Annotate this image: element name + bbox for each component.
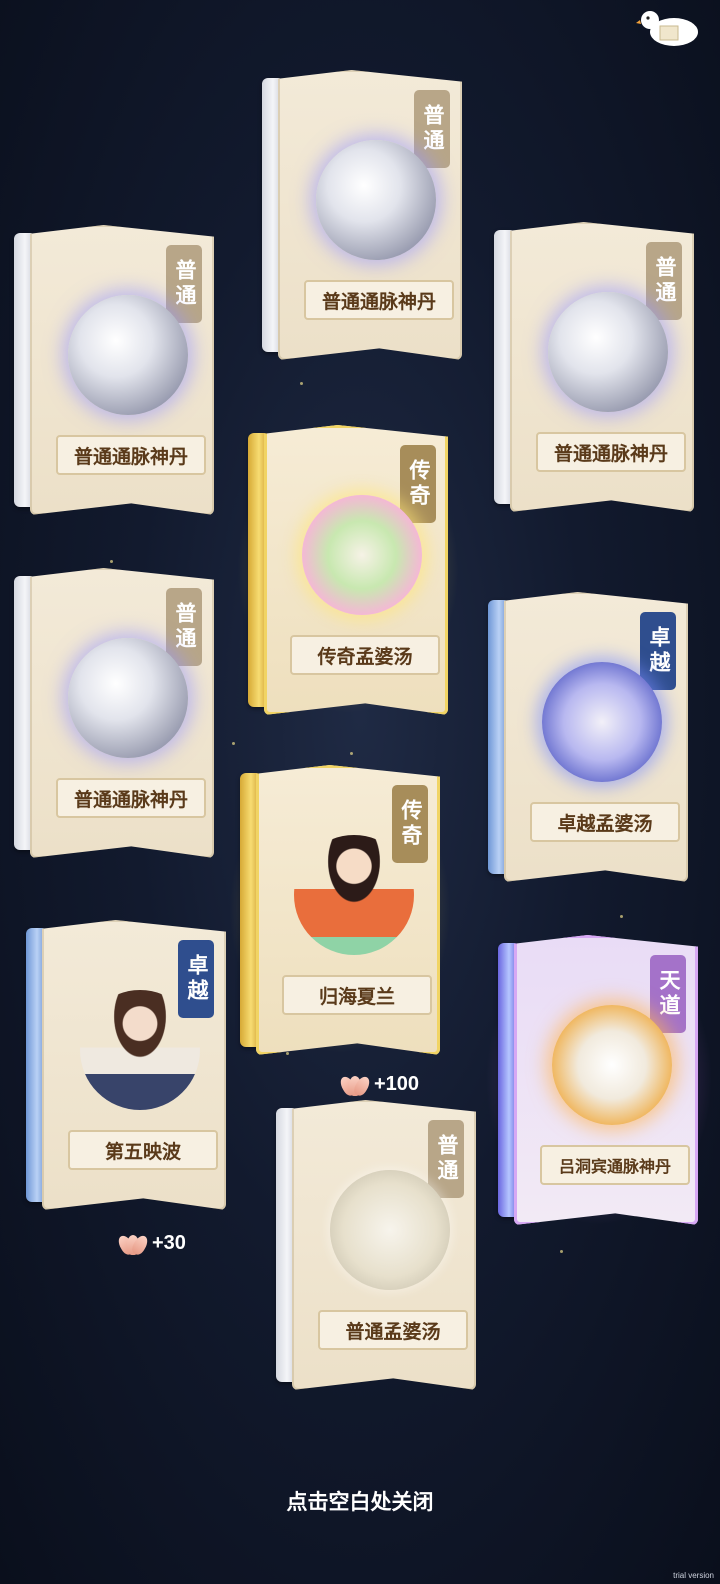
rarity-badge: 普通 — [428, 1120, 464, 1198]
reward-amount: +100 — [374, 1073, 420, 1095]
goose-mascot-icon[interactable] — [636, 6, 704, 50]
heaven-pill-orb-icon — [552, 1005, 672, 1125]
silver-pill-orb-icon — [68, 638, 188, 758]
sparkle — [300, 382, 303, 385]
sparkle — [110, 560, 113, 563]
lotus-icon — [115, 1232, 151, 1257]
silver-pill-orb-icon — [548, 292, 668, 412]
silver-pill-orb-icon — [68, 295, 188, 415]
lotus-reward: +30 — [115, 1232, 186, 1257]
item-name: 传奇孟婆汤 — [290, 635, 440, 675]
sparkle — [620, 915, 623, 918]
rarity-badge: 传奇 — [392, 785, 428, 863]
rarity-badge: 普通 — [646, 242, 682, 320]
character-girl-portrait — [294, 835, 414, 955]
reward-card[interactable]: 普通 普通通脉神丹 — [14, 568, 214, 858]
item-name: 吕洞宾通脉神丹 — [540, 1145, 690, 1185]
watermark: trial version — [673, 1571, 714, 1580]
reward-card[interactable]: 普通 普通通脉神丹 — [494, 222, 694, 512]
reward-card[interactable]: 传奇 传奇孟婆汤 — [228, 415, 468, 725]
item-name: 普通通脉神丹 — [304, 280, 454, 320]
reward-card[interactable]: 传奇 归海夏兰 — [220, 755, 460, 1065]
rarity-badge: 卓越 — [178, 940, 214, 1018]
rarity-badge: 天道 — [650, 955, 686, 1033]
rarity-badge: 传奇 — [400, 445, 436, 523]
close-hint[interactable]: 点击空白处关闭 — [0, 1486, 720, 1516]
item-name: 归海夏兰 — [282, 975, 432, 1015]
superb-soup-orb-icon — [542, 662, 662, 782]
reward-card[interactable]: 卓越 卓越孟婆汤 — [488, 592, 688, 882]
item-name: 普通通脉神丹 — [56, 778, 206, 818]
rarity-badge: 卓越 — [640, 612, 676, 690]
reward-card[interactable]: 普通 普通通脉神丹 — [262, 70, 462, 360]
legend-soup-orb-icon — [302, 495, 422, 615]
reward-amount: +30 — [152, 1232, 186, 1254]
silver-pill-orb-icon — [316, 140, 436, 260]
reward-card[interactable]: 卓越 第五映波 — [26, 920, 226, 1210]
item-name: 第五映波 — [68, 1130, 218, 1170]
lotus-icon — [337, 1073, 373, 1098]
character-boy-portrait — [80, 990, 200, 1110]
rarity-badge: 普通 — [414, 90, 450, 168]
item-name: 普通通脉神丹 — [536, 432, 686, 472]
rarity-badge: 普通 — [166, 245, 202, 323]
item-name: 普通孟婆汤 — [318, 1310, 468, 1350]
item-name: 卓越孟婆汤 — [530, 802, 680, 842]
reward-card[interactable]: 普通 普通通脉神丹 — [14, 225, 214, 515]
sparkle — [560, 1250, 563, 1253]
reward-card[interactable]: 普通 普通孟婆汤 — [276, 1100, 476, 1390]
common-soup-orb-icon — [330, 1170, 450, 1290]
lotus-reward: +100 — [337, 1073, 420, 1098]
reward-card[interactable]: 天道 吕洞宾通脉神丹 — [476, 923, 720, 1237]
sparkle — [232, 742, 235, 745]
rarity-badge: 普通 — [166, 588, 202, 666]
item-name: 普通通脉神丹 — [56, 435, 206, 475]
